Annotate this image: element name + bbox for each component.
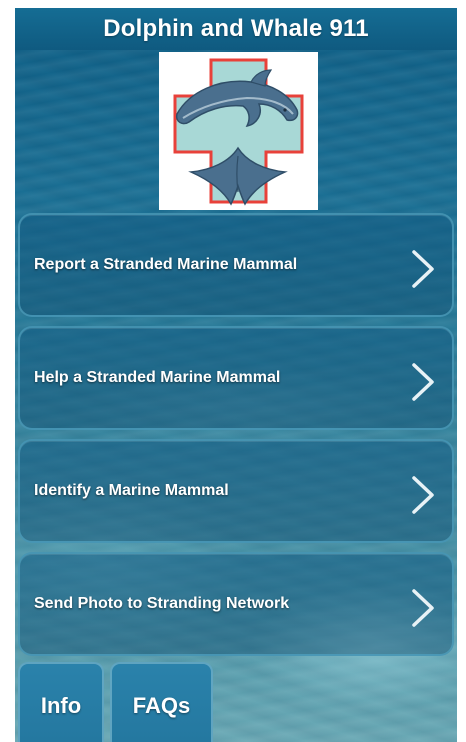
chevron-right-icon — [412, 476, 434, 514]
chevron-right-icon — [412, 589, 434, 627]
app-screen: Dolphin and Whale 911 Report a Stranded … — [15, 8, 457, 742]
tab-label: FAQs — [132, 693, 191, 718]
title-bar: Dolphin and Whale 911 — [15, 8, 457, 50]
app-logo — [159, 52, 318, 210]
tab-info[interactable]: Info — [18, 662, 104, 742]
report-stranded-button[interactable]: Report a Stranded Marine Mammal — [18, 213, 454, 317]
app-title: Dolphin and Whale 911 — [103, 15, 369, 42]
send-photo-button[interactable]: Send Photo to Stranding Network — [18, 552, 454, 656]
identify-mammal-button[interactable]: Identify a Marine Mammal — [18, 439, 454, 543]
help-stranded-button[interactable]: Help a Stranded Marine Mammal — [18, 326, 454, 430]
chevron-right-icon — [412, 363, 434, 401]
tab-label: Info — [40, 693, 82, 718]
dolphin-whale-logo-icon — [173, 58, 304, 206]
menu-item-label: Identify a Marine Mammal — [34, 482, 229, 499]
menu-item-label: Send Photo to Stranding Network — [34, 595, 290, 612]
menu-item-label: Help a Stranded Marine Mammal — [34, 369, 281, 386]
chevron-right-icon — [412, 250, 434, 288]
menu-item-label: Report a Stranded Marine Mammal — [34, 256, 298, 273]
tab-faqs[interactable]: FAQs — [110, 662, 213, 742]
